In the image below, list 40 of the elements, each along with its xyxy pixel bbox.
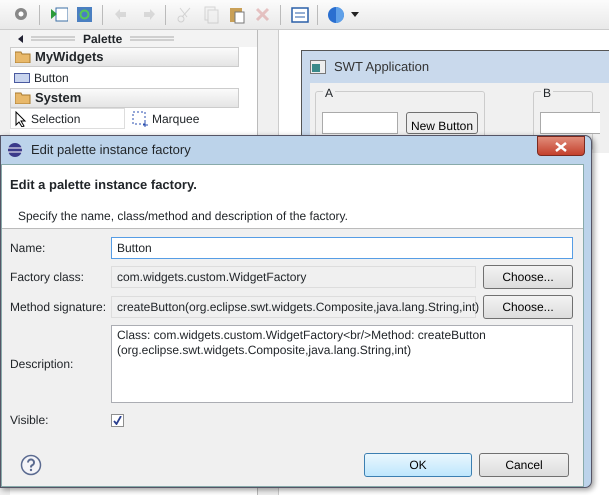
arrow-pointer-icon <box>15 110 27 126</box>
cancel-button[interactable]: Cancel <box>479 453 569 477</box>
palette-item[interactable]: Selection <box>10 108 125 129</box>
choose-button[interactable]: Choose... <box>483 265 573 289</box>
palette-item[interactable]: Marquee <box>128 108 243 129</box>
palette-item[interactable]: Button <box>10 67 69 88</box>
field-label: Visible: <box>10 412 50 429</box>
dropdown-caret-icon[interactable] <box>351 12 359 17</box>
collapse-arrow-icon[interactable] <box>18 34 23 42</box>
window-title: SWT Application <box>334 58 430 76</box>
grip-icon <box>130 36 174 41</box>
checkbox[interactable] <box>111 414 124 426</box>
window-icon <box>310 60 326 74</box>
close-button[interactable] <box>537 136 585 156</box>
field-label: Method signature: <box>10 299 108 316</box>
dialog-message: Specify the name, class/method and description of the factory. <box>18 208 349 224</box>
readonly-field: com.widgets.custom.WidgetFactory <box>111 266 476 288</box>
text-field[interactable] <box>540 112 600 134</box>
description-area[interactable]: Class: com.widgets.custom.WidgetFactory<br/>Method: createButton (org.eclipse.swt.widgets.Composite,java.lang.String,int) <box>111 325 573 403</box>
choose-button[interactable]: Choose... <box>483 295 573 319</box>
dialog-title: Edit palette instance factory <box>31 141 191 160</box>
palette-group-header[interactable]: MyWidgets <box>10 47 239 67</box>
field-label: Factory class: <box>10 269 86 286</box>
dialog-heading: Edit a palette instance factory. <box>10 176 198 194</box>
input-field[interactable]: Button <box>111 237 573 259</box>
field-label: Name: <box>10 240 46 257</box>
readonly-field: createButton(org.eclipse.swt.widgets.Composite,java.lang.String,int) <box>111 296 476 318</box>
button-widget-icon <box>14 72 30 82</box>
close-icon <box>555 142 567 152</box>
folder-icon <box>15 92 31 104</box>
field-label: Description: <box>10 356 74 373</box>
palette-group-header[interactable]: System <box>10 88 239 108</box>
sphere-icon <box>7 142 23 158</box>
new-button[interactable]: New Button <box>406 112 478 134</box>
text-field[interactable] <box>322 112 398 134</box>
ok-button[interactable]: OK <box>364 453 472 477</box>
dashed-rect-icon <box>132 110 148 126</box>
palette-title: Palette <box>83 30 122 48</box>
grip-icon <box>31 36 75 41</box>
folder-icon <box>15 51 31 63</box>
